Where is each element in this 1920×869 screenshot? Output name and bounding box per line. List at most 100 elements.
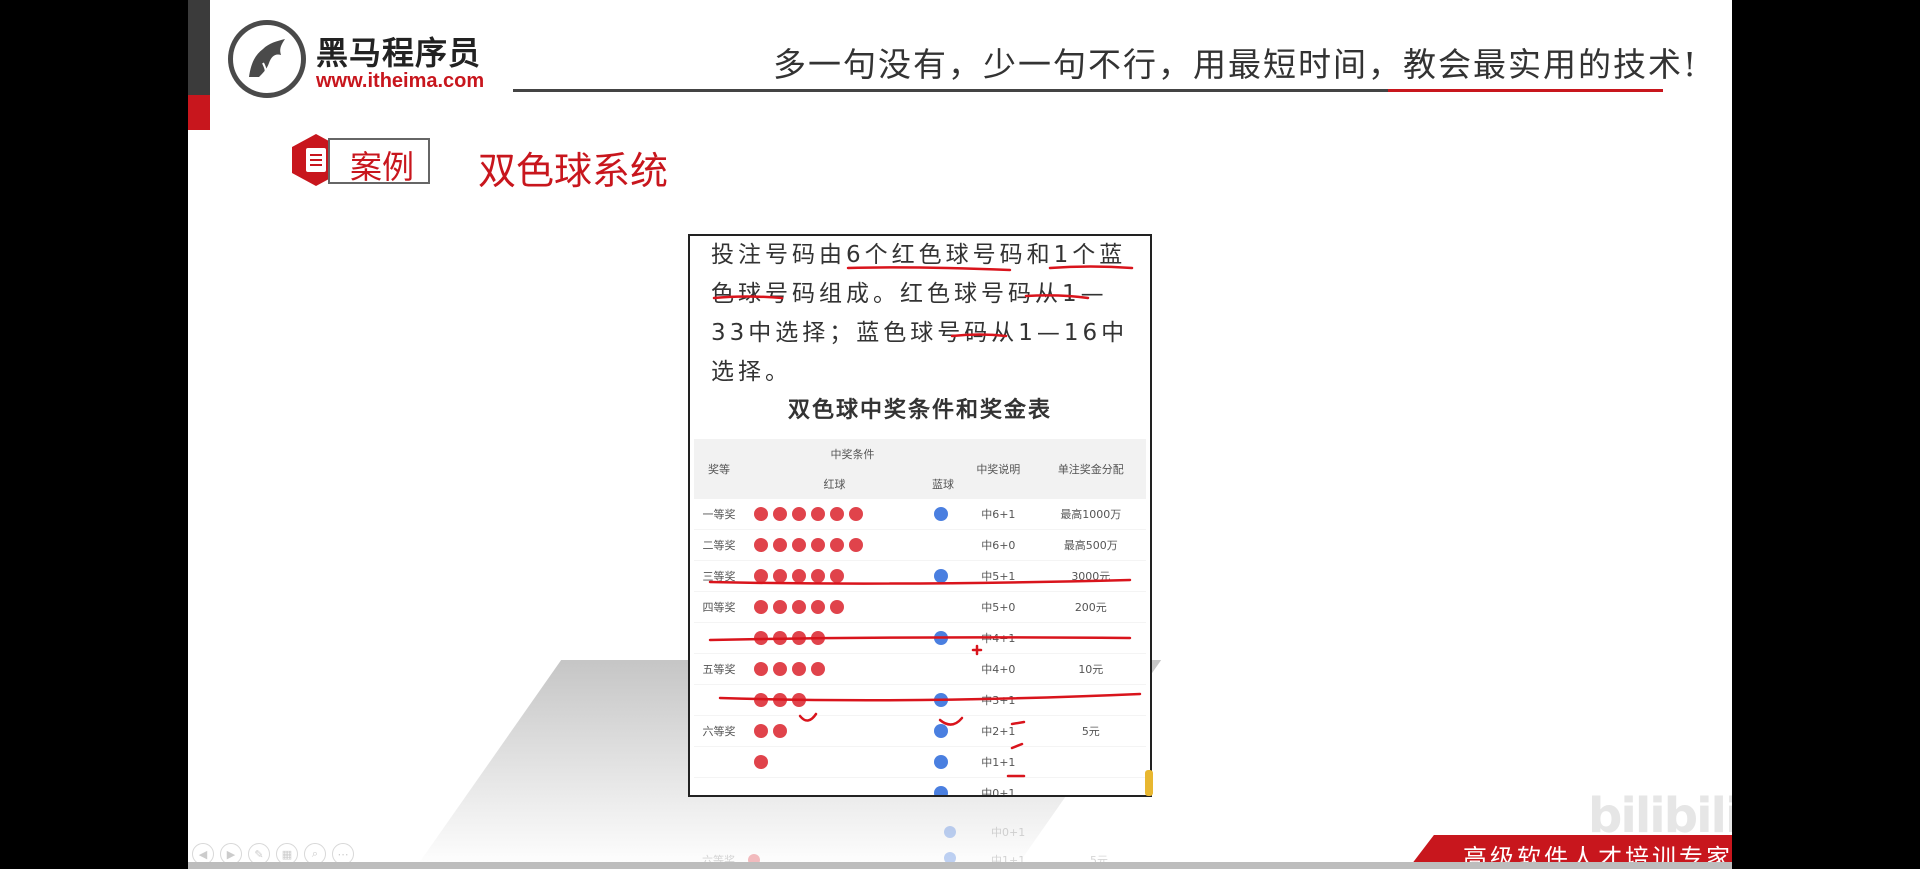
red-balls [744, 560, 925, 592]
red-ball [773, 631, 787, 645]
red-ball [773, 538, 787, 552]
red-balls [744, 777, 925, 795]
logo-url: www.itheima.com [316, 70, 485, 92]
red-balls [744, 684, 925, 716]
prize-amount [1035, 684, 1146, 716]
table-row: 六等奖 中2+1 5元 [694, 715, 1146, 747]
prize-desc: 中6+0 [961, 529, 1036, 561]
prize-level [694, 622, 744, 654]
table-row: 中4+1 [694, 622, 1146, 654]
prize-level [694, 777, 744, 795]
blue-balls [925, 715, 961, 747]
red-balls [744, 591, 925, 623]
red-ball [754, 538, 768, 552]
prize-level: 六等奖 [694, 715, 744, 747]
prize-desc: 中5+1 [961, 560, 1036, 592]
red-balls [744, 622, 925, 654]
table-header-row: 奖等 中奖条件 中奖说明 单注奖金分配 [694, 439, 1146, 499]
red-ball [792, 600, 806, 614]
red-ball [792, 507, 806, 521]
prize-amount: 5元 [1035, 715, 1146, 747]
red-ball [811, 662, 825, 676]
red-balls [744, 529, 925, 561]
table-row: 一等奖 中6+1 最高1000万 [694, 499, 1146, 530]
blue-balls [925, 622, 961, 654]
logo-text: 黑马程序员 [316, 34, 482, 72]
prize-table: 奖等 中奖条件 中奖说明 单注奖金分配 红球 蓝球 一等奖 中6+1 最高1000万… [694, 439, 1146, 795]
case-badge-label: 案例 [350, 148, 415, 186]
col-red-header: 红球 [744, 469, 925, 499]
horse-logo-icon [228, 20, 306, 98]
prize-desc: 中4+1 [961, 622, 1036, 654]
table-row: 二等奖 中6+0 最高500万 [694, 529, 1146, 561]
logo: 黑马程序员 www.itheima.com [228, 20, 488, 100]
left-accent-bar [188, 0, 210, 95]
red-ball [811, 507, 825, 521]
red-ball [792, 569, 806, 583]
blue-ball [933, 569, 948, 583]
red-ball [773, 662, 787, 676]
rules-text: 投注号码由6个红色球号码和1个蓝色球号码组成。红色球号码从1—33中选择；蓝色球… [711, 242, 1129, 385]
prize-level: 四等奖 [694, 591, 744, 623]
red-ball [773, 600, 787, 614]
col-condition-header: 中奖条件 [744, 439, 961, 469]
prize-level: 一等奖 [694, 499, 744, 530]
prize-desc: 中4+0 [961, 653, 1036, 685]
page-title: 双色球系统 [478, 149, 669, 193]
prize-amount: 3000元 [1035, 560, 1146, 592]
prize-amount [1035, 746, 1146, 778]
col-desc-header: 中奖说明 [961, 439, 1036, 499]
prize-level: 二等奖 [694, 529, 744, 561]
prize-level: 三等奖 [694, 560, 744, 592]
blue-balls [925, 746, 961, 778]
blue-balls [925, 684, 961, 716]
table-row: 三等奖 中5+1 3000元 [694, 560, 1146, 592]
red-ball [811, 631, 825, 645]
ghost-desc-1: 中0+1 [991, 826, 1026, 839]
red-ball [792, 693, 806, 707]
blue-ball [933, 693, 948, 707]
red-ball [830, 507, 844, 521]
red-ball [773, 693, 787, 707]
red-ball [754, 662, 768, 676]
table-row: 中1+1 [694, 746, 1146, 778]
blue-balls [925, 499, 961, 530]
red-ball [811, 600, 825, 614]
red-ball [792, 631, 806, 645]
red-balls [744, 499, 925, 530]
red-ball [830, 600, 844, 614]
prize-desc: 中5+0 [961, 591, 1036, 623]
blue-balls [925, 560, 961, 592]
lottery-rules-image: 投注号码由6个红色球号码和1个蓝色球号码组成。红色球号码从1—33中选择；蓝色球… [688, 234, 1152, 797]
red-ball [754, 755, 768, 769]
red-balls [744, 715, 925, 747]
red-ball [754, 631, 768, 645]
red-ball [754, 724, 768, 738]
blue-ball [933, 507, 948, 521]
prize-desc: 中1+1 [961, 746, 1036, 778]
left-accent-bar-red [188, 95, 210, 130]
pointer-marker [1145, 770, 1153, 796]
slide: 黑马程序员 www.itheima.com 多一句没有，少一句不行，用最短时间，… [188, 0, 1732, 869]
table-row: 中3+1 [694, 684, 1146, 716]
red-ball [754, 507, 768, 521]
red-balls [744, 746, 925, 778]
prize-amount: 10元 [1035, 653, 1146, 685]
prize-amount: 最高1000万 [1035, 499, 1146, 530]
red-ball [830, 569, 844, 583]
prize-amount [1035, 622, 1146, 654]
red-ball [830, 538, 844, 552]
col-blue-header: 蓝球 [925, 469, 961, 499]
red-ball [849, 538, 863, 552]
blue-ball [933, 786, 948, 795]
red-balls [744, 653, 925, 685]
table-row: 五等奖 中4+0 10元 [694, 653, 1146, 685]
blue-balls [925, 653, 961, 685]
col-level-header: 奖等 [694, 439, 744, 499]
case-badge: 案例 [288, 132, 433, 188]
blue-balls [925, 591, 961, 623]
header-divider-accent [1388, 89, 1663, 92]
prize-amount: 200元 [1035, 591, 1146, 623]
slogan: 多一句没有，少一句不行，用最短时间，教会最实用的技术! [773, 45, 1699, 84]
footer-strip [188, 862, 1732, 869]
